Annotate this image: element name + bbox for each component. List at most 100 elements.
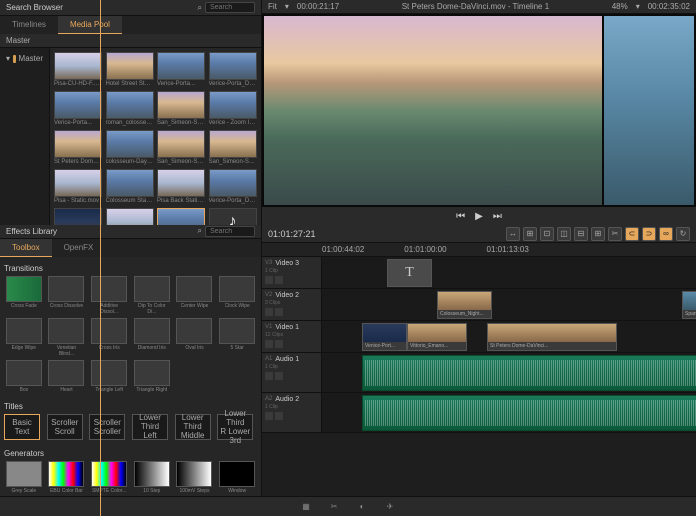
program-viewer[interactable]: [604, 16, 694, 205]
media-clip[interactable]: Pisa - Zoom Out-Da...: [106, 208, 155, 225]
timeline-clip[interactable]: Venice-Port...: [362, 323, 407, 351]
transition-item[interactable]: Cross Fade: [4, 276, 44, 315]
transition-item[interactable]: Triangle Right: [132, 360, 172, 393]
media-clip[interactable]: Hotel Street Statio...: [106, 52, 155, 88]
timeline-tool[interactable]: ◫: [557, 227, 571, 241]
track-content[interactable]: Venice-Port...Vittorio_Emano... St Peters…: [322, 321, 696, 352]
media-clip[interactable]: San_Simeon-Static-...: [157, 91, 206, 127]
color-page-icon[interactable]: ◐: [355, 500, 369, 514]
transition-item[interactable]: Edge Wipe: [4, 318, 44, 357]
timeline-tool[interactable]: ↔: [506, 227, 520, 241]
track-header[interactable]: A2Audio 21 Clip: [262, 393, 322, 432]
media-clip[interactable]: Verice-Porta_Delta...: [157, 208, 206, 225]
media-clip[interactable]: Pisa Back Static CU...: [157, 169, 206, 205]
title-item[interactable]: ScrollerScroll: [47, 414, 83, 440]
fit-dropdown[interactable]: Fit: [268, 2, 277, 11]
track-content[interactable]: [322, 353, 696, 392]
media-clip[interactable]: Pisa-CU-HD-F.mov: [54, 52, 103, 88]
play-button[interactable]: ▶: [475, 211, 483, 222]
media-clip[interactable]: Colosseum Static.mov: [106, 169, 155, 205]
media-clip[interactable]: Verice-Porta_Delta...: [209, 52, 258, 88]
timeline-clip[interactable]: T: [387, 259, 432, 287]
track-header[interactable]: V1Video 112 Clips: [262, 321, 322, 352]
clip-thumbnail: [209, 169, 257, 197]
transition-item[interactable]: Oval Iris: [175, 318, 215, 357]
title-item[interactable]: Lower ThirdMiddle: [175, 414, 211, 440]
tab-toolbox[interactable]: Toolbox: [0, 239, 52, 257]
source-viewer[interactable]: [264, 16, 602, 205]
media-clip[interactable]: Colosseum_Night_1...: [54, 208, 103, 225]
track-header[interactable]: V3Video 31 Clip: [262, 257, 322, 288]
timeline-tool[interactable]: ↻: [676, 227, 690, 241]
media-clip[interactable]: San_Simeon-Static-...: [209, 130, 258, 166]
media-clip[interactable]: roman_colosseum-D...: [106, 91, 155, 127]
generator-item[interactable]: Window: [217, 461, 257, 494]
fx-search-input[interactable]: [205, 226, 255, 237]
transition-item[interactable]: 5 Star: [217, 318, 257, 357]
transition-item[interactable]: Heart: [47, 360, 87, 393]
zoom-level[interactable]: 48%: [612, 2, 628, 11]
search-input[interactable]: [205, 2, 255, 13]
transition-item[interactable]: Dip To Color Di...: [132, 276, 172, 315]
browser-search[interactable]: ⌕: [198, 2, 255, 13]
deliver-page-icon[interactable]: ✈: [383, 500, 397, 514]
fx-search[interactable]: ⌕: [198, 226, 255, 237]
transition-item[interactable]: Cross Iris: [89, 318, 129, 357]
media-clip[interactable]: ♪Music.wav: [209, 208, 258, 225]
generator-item[interactable]: 100mV Steps: [175, 461, 215, 494]
title-item[interactable]: Lower ThirdLeft: [132, 414, 168, 440]
timeline-tool[interactable]: ⊞: [523, 227, 537, 241]
timeline-clip[interactable]: St Peters Dome-DaVinci...: [487, 323, 617, 351]
track-header[interactable]: A1Audio 11 Clip: [262, 353, 322, 392]
tab-media-pool[interactable]: Media Pool: [58, 16, 122, 34]
track-content[interactable]: T: [322, 257, 696, 288]
transition-item[interactable]: Box: [4, 360, 44, 393]
generator-item[interactable]: EBU Color Bar: [47, 461, 87, 494]
tab-openfx[interactable]: OpenFX: [52, 239, 106, 257]
media-clip[interactable]: San_Simeon-Static-...: [157, 130, 206, 166]
generator-item[interactable]: 10 Step: [132, 461, 172, 494]
timeline-tool[interactable]: ⊃: [642, 227, 656, 241]
timeline-tool[interactable]: ⊟: [574, 227, 588, 241]
media-clip[interactable]: Verice-Porta...: [54, 91, 103, 127]
media-clip[interactable]: Verice - Zoom In.mov: [209, 91, 258, 127]
transition-item[interactable]: Venetian Blind...: [47, 318, 87, 357]
title-item[interactable]: Lower ThirdR Lower 3rd: [217, 414, 253, 440]
tab-timelines[interactable]: Timelines: [0, 16, 58, 34]
timeline-tool[interactable]: ⊡: [540, 227, 554, 241]
timeline-tool[interactable]: ∞: [659, 227, 673, 241]
clip-label: San_Simeon-Static-...: [157, 158, 205, 166]
media-page-icon[interactable]: ▦: [299, 500, 313, 514]
track-header[interactable]: V2Video 23 Clips: [262, 289, 322, 320]
transition-item[interactable]: Diamond Iris: [132, 318, 172, 357]
timeline-tool[interactable]: ✂: [608, 227, 622, 241]
next-button[interactable]: ⏭: [493, 211, 502, 222]
prev-button[interactable]: ⏮: [456, 211, 465, 222]
title-item[interactable]: BasicText: [4, 414, 40, 440]
timeline-clip[interactable]: Spanish_Step...: [682, 291, 696, 319]
timeline-tool[interactable]: ⊂: [625, 227, 639, 241]
transition-item[interactable]: Center Wipe: [175, 276, 215, 315]
timeline-clip[interactable]: [362, 355, 696, 391]
generator-item[interactable]: SMPTE Color...: [89, 461, 129, 494]
transition-item[interactable]: Cross Dissolve: [47, 276, 87, 315]
timeline-ruler[interactable]: 01:00:44:0201:01:00:0001:01:13:03: [262, 243, 696, 257]
bin-master[interactable]: ▾ Master: [4, 52, 45, 65]
timeline-tool[interactable]: ⊞: [591, 227, 605, 241]
timeline-clip[interactable]: Vittorio_Emano...: [407, 323, 467, 351]
track-content[interactable]: Colosseum_Night... Spanish_Step...: [322, 289, 696, 320]
title-item[interactable]: ScrollerScroller: [89, 414, 125, 440]
generator-item[interactable]: Grey Scale: [4, 461, 44, 494]
timeline-clip[interactable]: Colosseum_Night...: [437, 291, 492, 319]
transition-item[interactable]: Additive Dissol...: [89, 276, 129, 315]
media-clip[interactable]: Verice-Porta_Delta...: [209, 169, 258, 205]
track-content[interactable]: [322, 393, 696, 432]
timeline-clip[interactable]: [362, 395, 696, 431]
media-clip[interactable]: Verice-Porta...: [157, 52, 206, 88]
media-clip[interactable]: St Peters Dome-DaV...: [54, 130, 103, 166]
transition-item[interactable]: Triangle Left: [89, 360, 129, 393]
edit-page-icon[interactable]: ✂: [327, 500, 341, 514]
transition-item[interactable]: Clock Wipe: [217, 276, 257, 315]
media-clip[interactable]: colosseum-Day-DaV...: [106, 130, 155, 166]
media-clip[interactable]: Pisa - Static.mov: [54, 169, 103, 205]
